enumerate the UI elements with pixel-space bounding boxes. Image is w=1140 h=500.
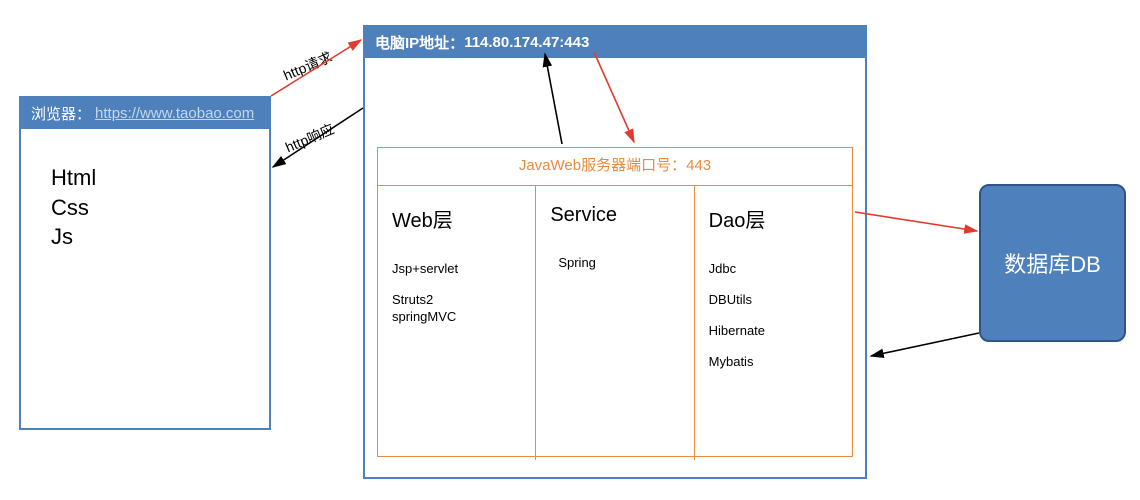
layer-title: Web层	[392, 204, 521, 233]
layer-service: Service Spring	[536, 186, 694, 460]
layer-item: Jsp+servlet	[392, 261, 521, 278]
browser-header: 浏览器： https://www.taobao.com	[21, 98, 269, 129]
browser-panel: 浏览器： https://www.taobao.com Html Css Js	[19, 96, 271, 430]
server-panel: 电脑IP地址： 114.80.174.47:443 JavaWeb服务器端口号：…	[363, 25, 867, 479]
layer-item: DBUtils	[709, 292, 838, 309]
layer-item: Jdbc	[709, 261, 838, 278]
layer-title: Dao层	[709, 204, 838, 233]
javaweb-title: JavaWeb服务器端口号：443	[378, 148, 852, 186]
layer-item: Spring	[550, 255, 679, 272]
database-label: 数据库DB	[1004, 247, 1101, 279]
layer-dao: Dao层 Jdbc DBUtils Hibernate Mybatis	[695, 186, 852, 460]
server-header: 电脑IP地址： 114.80.174.47:443	[365, 27, 865, 58]
layer-item: Hibernate	[709, 323, 838, 340]
browser-tech: Html	[51, 163, 239, 193]
edge-label-request: http请求	[280, 47, 335, 85]
browser-url-link[interactable]: https://www.taobao.com	[95, 105, 254, 122]
layer-web: Web层 Jsp+servlet Struts2 springMVC	[378, 186, 536, 460]
layer-row: Web层 Jsp+servlet Struts2 springMVC Servi…	[378, 186, 852, 460]
server-ip-label: 电脑IP地址：	[375, 32, 464, 53]
layer-item: Mybatis	[709, 354, 838, 371]
edge-label-response: http响应	[282, 119, 337, 157]
browser-tech: Js	[51, 222, 239, 252]
arrow-db-to-dao	[871, 333, 979, 356]
javaweb-panel: JavaWeb服务器端口号：443 Web层 Jsp+servlet Strut…	[377, 147, 853, 457]
layer-item: Struts2 springMVC	[392, 292, 521, 326]
database-panel: 数据库DB	[979, 184, 1126, 342]
browser-label: 浏览器：	[31, 103, 91, 124]
layer-title: Service	[550, 204, 679, 227]
server-ip-value: 114.80.174.47:443	[464, 34, 589, 51]
browser-body: Html Css Js	[21, 129, 269, 286]
browser-tech: Css	[51, 193, 239, 223]
arrow-dao-to-db	[855, 212, 977, 231]
